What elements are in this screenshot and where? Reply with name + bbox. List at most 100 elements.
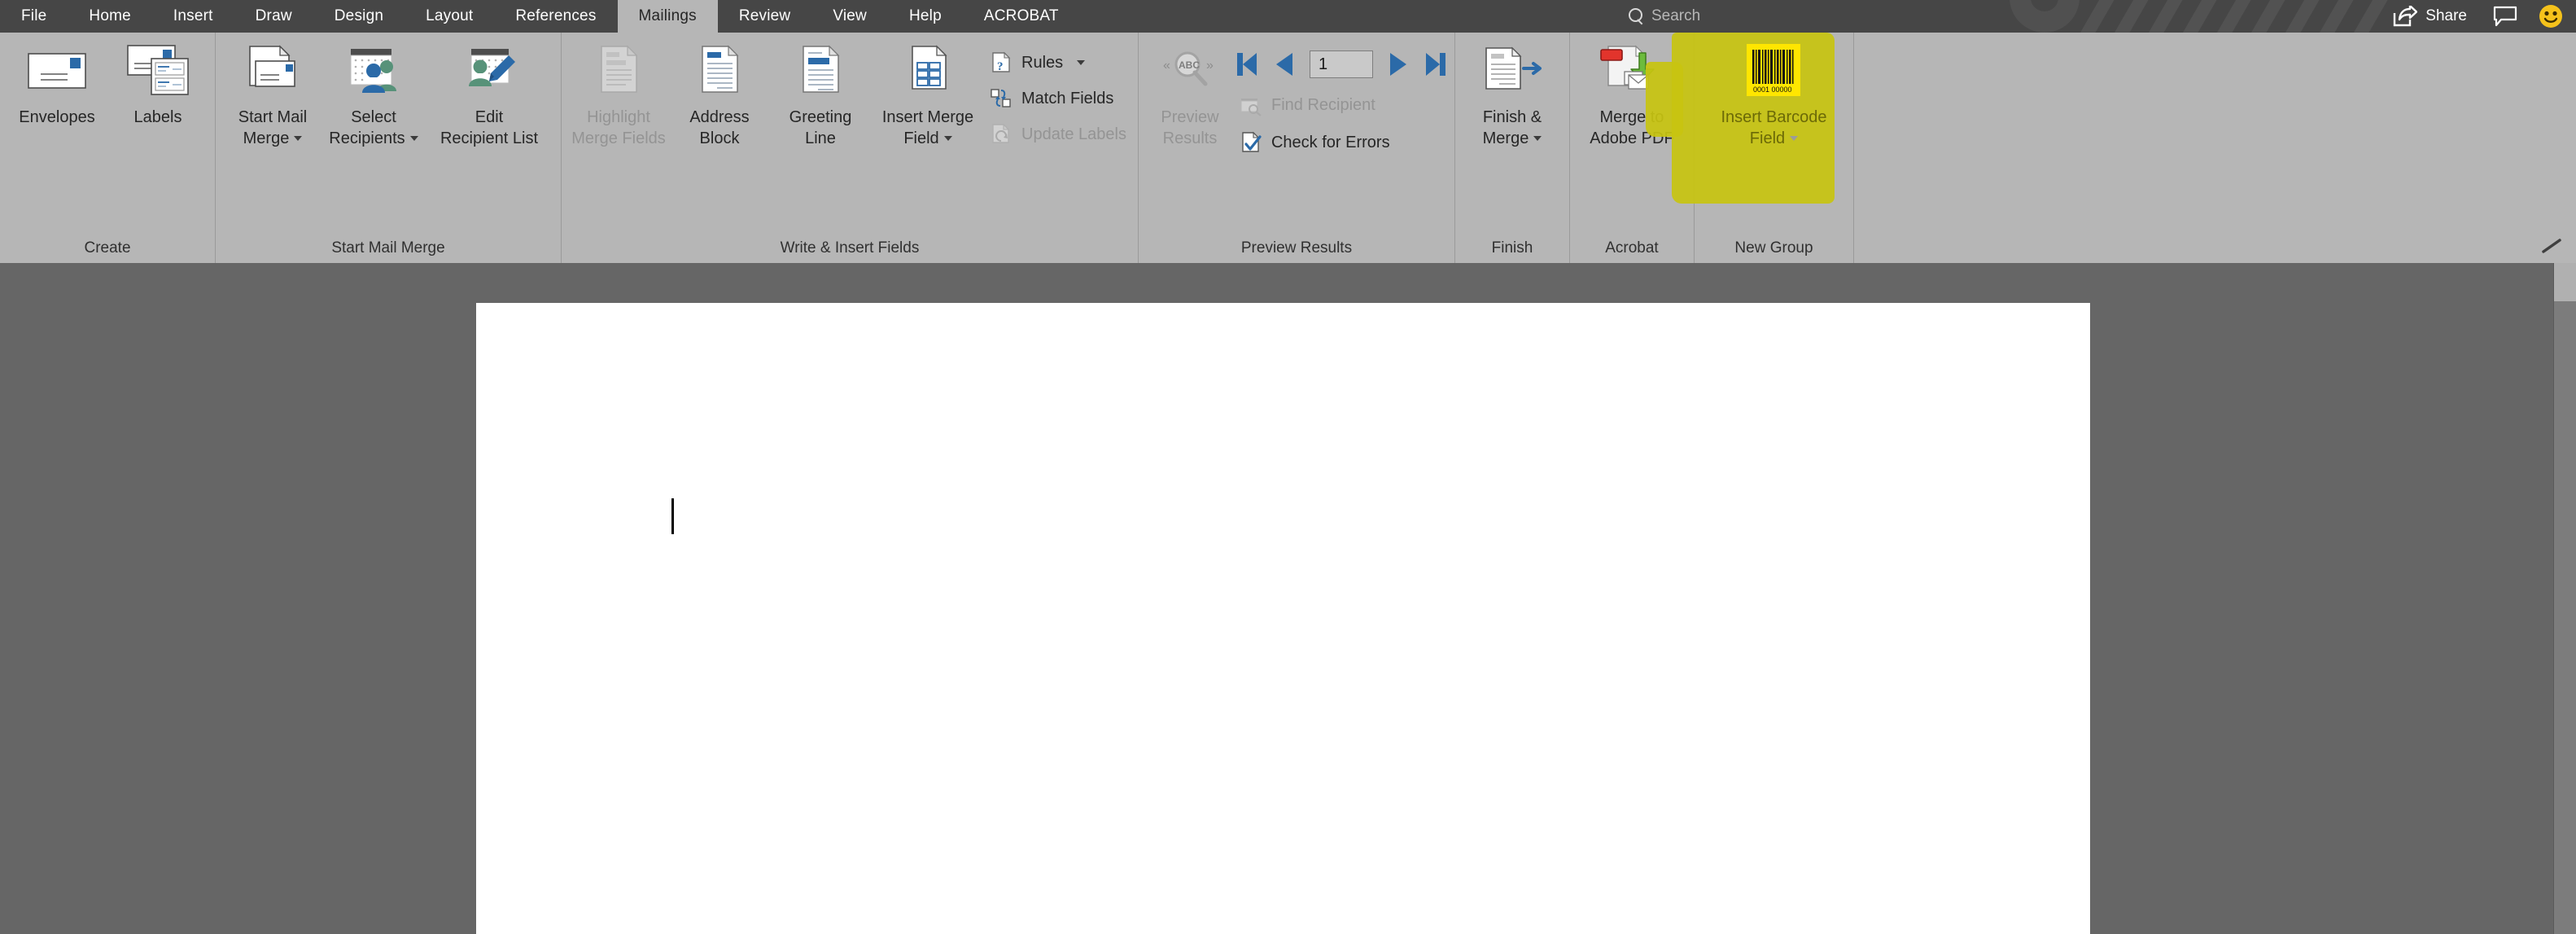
previous-record-button[interactable] [1272,52,1297,77]
title-bar: File Home Insert Draw Design Layout Refe… [0,0,2576,33]
check-for-errors-label: Check for Errors [1271,133,1390,151]
tab-layout[interactable]: Layout [405,0,494,33]
find-recipient-button[interactable]: Find Recipient [1235,91,1448,119]
record-number-value: 1 [1318,55,1328,73]
tab-mailings[interactable]: Mailings [617,0,718,33]
address-block-button[interactable]: Address Block [669,39,770,169]
tab-acrobat-label: ACROBAT [983,7,1059,24]
rules-icon: ? [990,51,1012,74]
ribbon-group-start-mail-merge: Start Mail Merge Select Recipients Edit … [216,33,562,263]
titlebar-actions: Share [2381,0,2569,33]
start-mail-merge-label: Start Mail Merge [238,107,307,149]
start-mail-merge-icon [243,44,302,96]
ribbon-groups: Envelopes Labels Create Start Mail Merge… [0,33,1854,263]
greeting-line-button[interactable]: Greeting Line [770,39,871,169]
rules-button[interactable]: ? Rules [985,49,1131,77]
tab-draw[interactable]: Draw [234,0,313,33]
tab-view[interactable]: View [811,0,888,33]
svg-text:ABC: ABC [1179,59,1200,71]
edit-recipient-list-button[interactable]: Edit Recipient List [424,39,554,169]
labels-icon [127,44,189,96]
greeting-line-label: Greeting Line [789,108,852,147]
comments-button[interactable] [2478,0,2532,33]
tab-insert[interactable]: Insert [152,0,234,33]
chevron-down-icon[interactable] [1077,60,1086,65]
edit-recipient-list-icon [458,44,520,96]
group-label-write-insert-fields: Write & Insert Fields [780,239,920,257]
record-number-input[interactable]: 1 [1309,50,1373,78]
chevron-down-icon[interactable] [1533,136,1542,142]
tab-design[interactable]: Design [313,0,405,33]
chevron-down-icon[interactable] [943,136,952,142]
vertical-scrollbar[interactable] [2553,263,2576,934]
tab-help[interactable]: Help [888,0,963,33]
share-button-label: Share [2425,7,2467,24]
barcode-icon: 0001 00000 [1745,44,1802,96]
last-record-icon [1425,53,1445,76]
finish-and-merge-icon [1480,44,1545,96]
tab-file[interactable]: File [0,0,68,33]
group-label-preview-results: Preview Results [1240,239,1353,257]
insert-merge-field-button[interactable]: Insert Merge Field [871,39,985,169]
match-fields-button[interactable]: Match Fields [985,85,1131,112]
svg-text:?: ? [997,60,1004,73]
search-placeholder-text: Search [1651,7,1701,24]
group-label-start-mail-merge: Start Mail Merge [331,239,445,257]
chevron-down-icon[interactable] [409,136,418,142]
tab-home-label: Home [89,7,131,24]
next-record-icon [1389,53,1406,76]
tab-home[interactable]: Home [68,0,151,33]
svg-text:0001 00000: 0001 00000 [1753,86,1792,94]
tab-references[interactable]: References [494,0,617,33]
labels-button[interactable]: Labels [107,39,208,169]
share-button[interactable]: Share [2381,0,2478,33]
previous-record-icon [1275,53,1292,76]
insert-merge-field-text: Insert Merge Field [881,108,974,147]
tab-file-label: File [21,7,47,24]
tab-review[interactable]: Review [718,0,812,33]
text-caret [671,498,674,534]
select-recipients-button[interactable]: Select Recipients [323,39,424,169]
scrollbar-thumb[interactable] [2554,263,2576,301]
match-fields-label: Match Fields [1021,89,1114,107]
collapse-ribbon-button[interactable] [2542,239,2563,257]
search-box[interactable]: Search [1628,0,1700,33]
finish-and-merge-label: Finish & Merge [1483,107,1542,149]
finish-and-merge-button[interactable]: Finish & Merge [1462,39,1563,169]
comment-bubble-icon [2493,6,2517,27]
preview-results-icon: ABC « » [1161,44,1218,96]
next-record-button[interactable] [1386,52,1410,77]
chevron-down-icon[interactable] [294,136,303,142]
update-labels-button[interactable]: Update Labels [985,121,1131,148]
group-label-new-group: New Group [1734,239,1813,257]
tab-mailings-label: Mailings [638,7,697,24]
envelope-icon [28,44,86,96]
tab-acrobat[interactable]: ACROBAT [963,0,1080,33]
account-button[interactable] [2532,0,2569,33]
insert-barcode-field-button[interactable]: 0001 00000 Insert Barcode Field [1702,39,1845,169]
ribbon-group-write-insert-fields: Highlight Merge Fields Address Block Gre… [562,33,1139,263]
check-for-errors-button[interactable]: Check for Errors [1235,129,1448,156]
start-mail-merge-button[interactable]: Start Mail Merge [222,39,323,169]
select-recipients-text: Select Recipients [329,108,405,147]
start-mail-merge-text: Start Mail Merge [238,108,308,147]
match-fields-icon [990,87,1012,110]
first-record-icon [1236,53,1257,76]
share-arrow-icon [2393,6,2418,27]
greeting-line-icon [795,44,846,96]
document-page[interactable] [476,303,2090,934]
last-record-button[interactable] [1424,52,1448,77]
envelopes-button[interactable]: Envelopes [7,39,107,169]
first-record-button[interactable] [1235,52,1259,77]
group-label-finish: Finish [1491,239,1533,257]
preview-results-button[interactable]: ABC « » Preview Results [1145,39,1235,169]
insert-merge-field-label: Insert Merge Field [882,107,973,149]
chevron-down-icon[interactable] [1790,136,1799,142]
insert-barcode-field-label: Insert Barcode Field [1721,107,1826,149]
tab-help-label: Help [908,7,942,24]
highlight-merge-fields-button[interactable]: Highlight Merge Fields [568,39,669,169]
tab-review-label: Review [738,7,791,24]
select-recipients-icon [344,44,403,96]
smiley-face-icon [2539,4,2563,29]
tab-insert-label: Insert [173,7,213,24]
